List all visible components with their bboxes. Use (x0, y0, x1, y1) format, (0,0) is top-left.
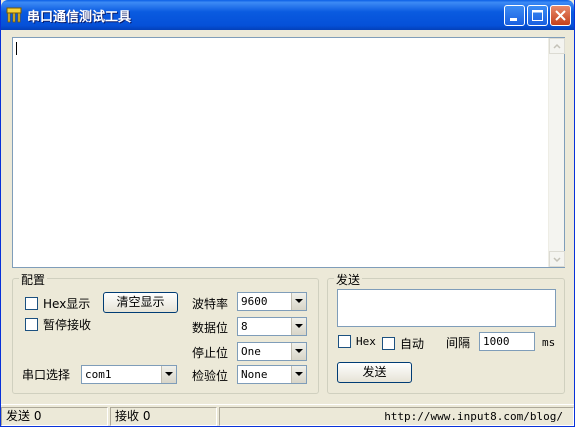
app-window: 串口通信测试工具 配置 Hex显示 暂停接收 清空显示 串口选择 com1 波特… (0, 0, 575, 427)
auto-send-checkbox[interactable] (382, 337, 395, 350)
stop-bits-select[interactable]: One (237, 342, 307, 361)
chevron-up-icon (553, 43, 561, 49)
send-button[interactable]: 发送 (337, 362, 412, 383)
status-bar: 发送 0 接收 0 http://www.input8.com/blog/ (1, 404, 574, 426)
data-bits-value: 8 (241, 320, 248, 333)
title-bar[interactable]: 串口通信测试工具 (1, 0, 574, 30)
send-hex-label: Hex (356, 335, 376, 348)
send-hex-checkbox-row[interactable]: Hex (338, 335, 376, 348)
hex-display-checkbox-row[interactable]: Hex显示 (25, 295, 90, 312)
interval-label: 间隔 (446, 336, 471, 350)
auto-send-label: 自动 (400, 337, 425, 351)
parity-select[interactable]: None (237, 365, 307, 384)
app-logo-icon (6, 7, 22, 23)
close-icon (555, 10, 566, 21)
sent-count: 发送 0 (6, 409, 42, 423)
dropdown-arrow-icon (295, 299, 303, 303)
hex-display-label: Hex显示 (43, 297, 91, 311)
interval-input[interactable]: 1000 (479, 332, 535, 351)
close-button[interactable] (550, 5, 571, 26)
data-bits-dropdown-button[interactable] (291, 318, 306, 335)
minimize-button[interactable] (504, 5, 525, 26)
maximize-icon (532, 10, 543, 21)
dropdown-arrow-icon (295, 372, 303, 376)
stop-bits-dropdown-button[interactable] (291, 343, 306, 360)
chevron-down-icon (553, 257, 561, 263)
port-select[interactable]: com1 (81, 365, 177, 384)
pause-receive-checkbox-row[interactable]: 暂停接收 (25, 316, 91, 333)
baud-rate-dropdown-button[interactable] (291, 293, 306, 310)
dropdown-arrow-icon (295, 349, 303, 353)
stop-bits-value: One (241, 345, 261, 358)
hex-display-checkbox[interactable] (25, 297, 38, 310)
port-select-value: com1 (85, 368, 112, 381)
interval-value: 1000 (483, 335, 510, 348)
interval-unit: ms (542, 336, 556, 349)
minimize-icon (510, 18, 517, 21)
received-count: 接收 0 (115, 409, 151, 423)
baud-rate-value: 9600 (241, 295, 268, 308)
send-hex-checkbox[interactable] (338, 335, 351, 348)
maximize-button[interactable] (527, 5, 548, 26)
pause-receive-label: 暂停接收 (43, 318, 92, 332)
baud-rate-select[interactable]: 9600 (237, 292, 307, 311)
scroll-down-button[interactable] (549, 251, 565, 267)
receive-output-textarea[interactable] (12, 37, 565, 268)
parity-label: 检验位 (192, 369, 229, 383)
scroll-up-button[interactable] (549, 38, 565, 54)
parity-value: None (241, 368, 268, 381)
clear-display-button[interactable]: 清空显示 (103, 292, 178, 313)
baud-rate-label: 波特率 (192, 297, 229, 311)
url-panel: http://www.input8.com/blog/ (219, 407, 574, 426)
parity-dropdown-button[interactable] (291, 366, 306, 383)
send-input[interactable] (337, 289, 556, 327)
port-select-dropdown-button[interactable] (161, 366, 176, 383)
dropdown-arrow-icon (295, 324, 303, 328)
output-vertical-scrollbar[interactable] (548, 38, 565, 267)
config-group: 配置 Hex显示 暂停接收 清空显示 串口选择 com1 波特率 9600 数据… (12, 271, 319, 394)
dropdown-arrow-icon (165, 372, 173, 376)
auto-send-checkbox-row[interactable]: 自动 (382, 335, 424, 352)
stop-bits-label: 停止位 (192, 346, 229, 360)
send-group: 发送 Hex 自动 间隔 1000 ms 发送 (327, 271, 565, 394)
port-select-label: 串口选择 (22, 368, 71, 382)
received-count-panel: 接收 0 (110, 407, 217, 426)
send-group-legend: 发送 (334, 271, 363, 288)
data-bits-select[interactable]: 8 (237, 317, 307, 336)
text-caret (16, 42, 17, 55)
data-bits-label: 数据位 (192, 321, 229, 335)
homepage-link[interactable]: http://www.input8.com/blog/ (384, 410, 563, 423)
config-group-legend: 配置 (19, 271, 48, 288)
window-title: 串口通信测试工具 (27, 10, 132, 25)
sent-count-panel: 发送 0 (1, 407, 108, 426)
pause-receive-checkbox[interactable] (25, 318, 38, 331)
